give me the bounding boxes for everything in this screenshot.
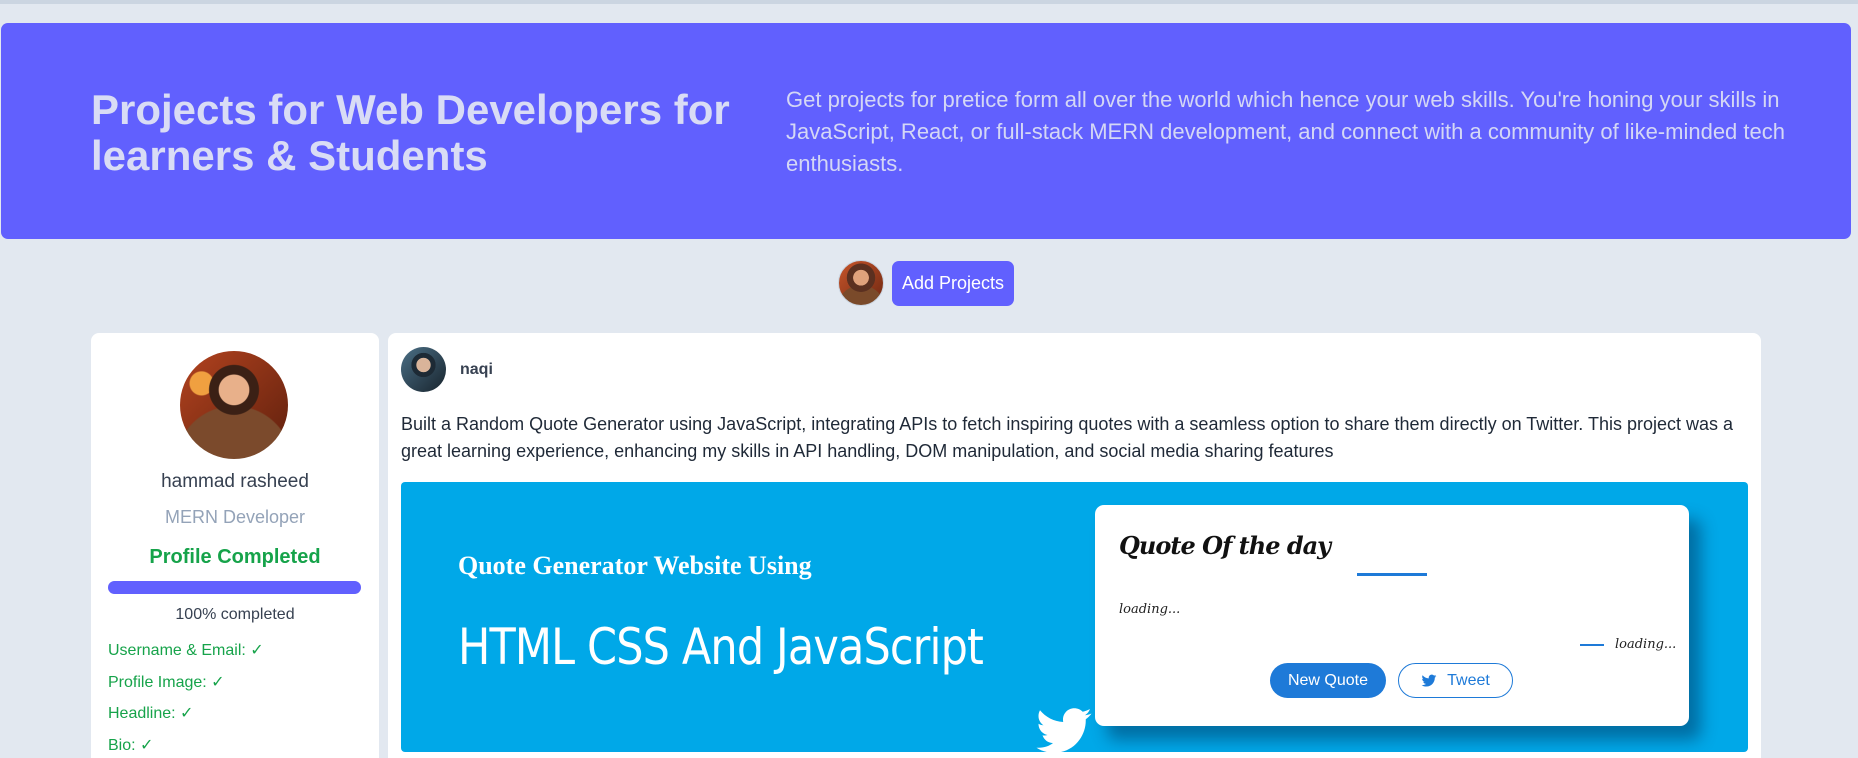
twitter-icon	[1421, 674, 1437, 687]
hero-banner: Projects for Web Developers for learners…	[1, 23, 1851, 239]
checklist-headline: Headline: ✓	[108, 705, 194, 722]
quote-divider	[1357, 573, 1427, 576]
author-dash	[1580, 644, 1604, 646]
hero-description: Get projects for pretice form all over t…	[786, 87, 1785, 176]
user-avatar[interactable]	[838, 260, 884, 306]
top-border	[0, 0, 1858, 4]
add-projects-button[interactable]: Add Projects	[892, 260, 1015, 306]
author-avatar[interactable]	[401, 347, 446, 392]
author-name[interactable]: naqi	[460, 361, 493, 379]
quote-text: loading...	[1119, 602, 1181, 617]
checklist-profile-image: Profile Image: ✓	[108, 674, 225, 691]
thumbnail-headline: HTML CSS And JavaScript	[458, 618, 984, 676]
post-description: Built a Random Quote Generator using Jav…	[401, 414, 1734, 461]
profile-avatar	[180, 351, 288, 459]
twitter-bird-icon	[1036, 708, 1092, 752]
new-quote-button[interactable]: New Quote	[1270, 663, 1386, 698]
tweet-button[interactable]: Tweet	[1398, 663, 1513, 698]
hero-title: Projects for Web Developers for learners…	[91, 86, 730, 179]
project-thumbnail[interactable]: Quote Generator Website Using HTML CSS A…	[401, 482, 1748, 752]
profile-status: Profile Completed	[149, 546, 321, 568]
progress-label: 100% completed	[175, 606, 295, 623]
tweet-label: Tweet	[1447, 671, 1490, 689]
quote-author: loading...	[1615, 637, 1677, 652]
thumbnail-subtitle: Quote Generator Website Using	[458, 551, 812, 580]
checklist-username-email: Username & Email: ✓	[108, 642, 264, 659]
profile-progress-fill	[108, 581, 361, 594]
profile-role: MERN Developer	[164, 507, 306, 527]
action-row: Add Projects	[838, 260, 1015, 306]
quote-card: Quote Of the day loading... loading... N…	[1095, 505, 1689, 726]
project-post: naqi Built a Random Quote Generator usin…	[388, 333, 1761, 758]
quote-title: Quote Of the day	[1119, 531, 1331, 560]
checklist-bio: Bio: ✓	[108, 737, 154, 754]
profile-name: hammad rasheed	[161, 471, 309, 492]
profile-progress-bar	[108, 581, 361, 594]
